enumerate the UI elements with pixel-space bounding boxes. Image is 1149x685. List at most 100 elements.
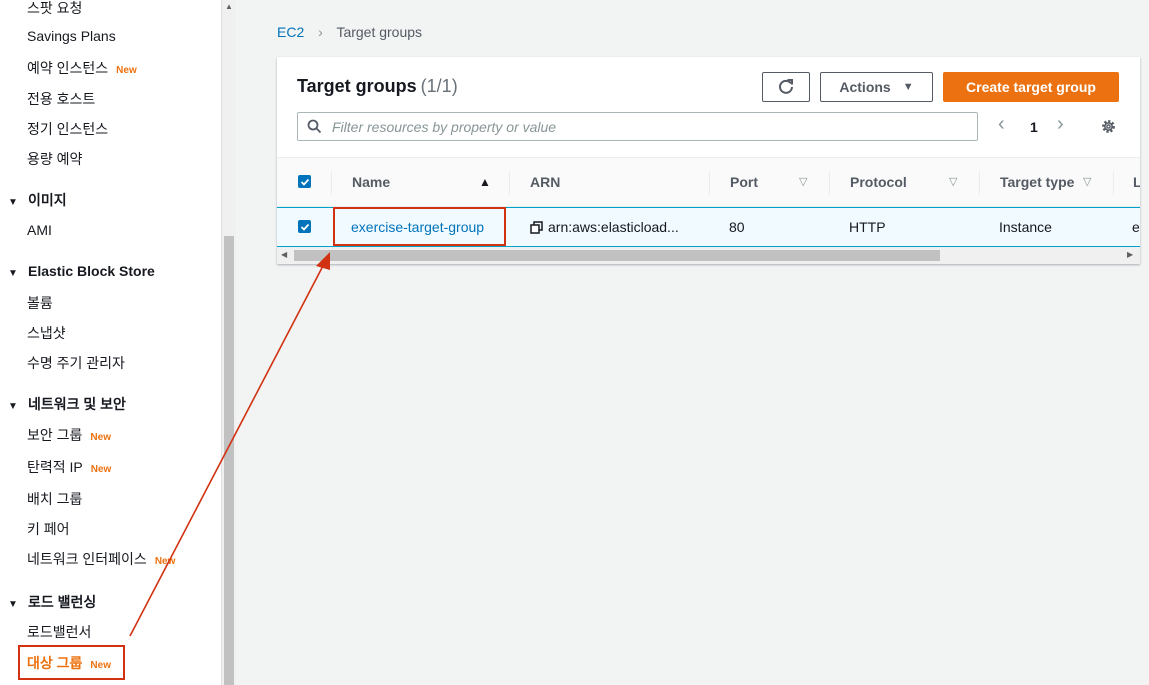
breadcrumb: EC2 › Target groups bbox=[277, 24, 422, 40]
sidebar-nav: 스팟 요청 Savings Plans 예약 인스턴스 New 전용 호스트 정기… bbox=[0, 0, 221, 685]
column-header-arn[interactable]: ARN bbox=[530, 174, 560, 190]
column-header-port[interactable]: Port bbox=[730, 174, 758, 190]
next-page-icon[interactable]: › bbox=[1057, 113, 1064, 136]
annotation-highlight-box bbox=[333, 207, 506, 246]
column-header-name[interactable]: Name bbox=[352, 174, 390, 190]
sidebar-item-label: 보안 그룹 bbox=[27, 427, 83, 443]
column-divider bbox=[709, 171, 710, 195]
chevron-right-icon: › bbox=[318, 24, 323, 40]
sidebar-item-label: 배치 그룹 bbox=[27, 491, 83, 507]
sidebar-scrollbar[interactable]: ▲ bbox=[221, 0, 236, 685]
create-label: Create target group bbox=[966, 79, 1096, 95]
sidebar-item-label: 스팟 요청 bbox=[27, 0, 83, 16]
column-header-protocol[interactable]: Protocol bbox=[850, 174, 907, 190]
prev-page-icon[interactable]: ‹ bbox=[998, 113, 1005, 136]
new-badge: New bbox=[154, 556, 176, 567]
sidebar-item-placement-groups[interactable]: 배치 그룹 bbox=[27, 489, 82, 509]
scroll-right-icon[interactable]: ▶ bbox=[1127, 250, 1133, 259]
sort-ascending-icon[interactable]: ▲ bbox=[479, 175, 491, 189]
scroll-left-icon[interactable]: ◀ bbox=[281, 250, 287, 259]
sidebar-item-network-interfaces[interactable]: 네트워크 인터페이스 New bbox=[27, 549, 175, 569]
sidebar-item-label: Savings Plans bbox=[27, 28, 116, 44]
sidebar-item-label: 로드밸런서 bbox=[27, 624, 92, 640]
arn-value: arn:aws:elasticload... bbox=[548, 219, 679, 235]
sidebar-section-ebs[interactable]: ▼ Elastic Block Store bbox=[8, 263, 155, 279]
select-all-checkbox[interactable] bbox=[298, 175, 311, 188]
sidebar-item-spot-requests[interactable]: 스팟 요청 bbox=[27, 0, 82, 18]
filter-box bbox=[297, 112, 978, 141]
table-header: Name ▲ ARN Port ▽ Protocol ▽ Target type… bbox=[277, 157, 1140, 207]
selection-count: (1/1) bbox=[420, 76, 458, 96]
column-divider bbox=[829, 171, 830, 195]
column-divider bbox=[331, 171, 332, 195]
sidebar-item-reserved-instances[interactable]: 예약 인스턴스 New bbox=[27, 58, 137, 78]
sidebar-item-label: 스냅샷 bbox=[27, 325, 66, 341]
scroll-up-icon[interactable]: ▲ bbox=[225, 2, 233, 11]
new-badge: New bbox=[90, 432, 111, 443]
sort-icon[interactable]: ▽ bbox=[1083, 175, 1091, 188]
port-value: 80 bbox=[729, 219, 745, 235]
refresh-button[interactable] bbox=[762, 72, 810, 102]
column-divider bbox=[1113, 171, 1114, 195]
caret-down-icon: ▼ bbox=[8, 401, 18, 412]
column-header-target-type[interactable]: Target type bbox=[1000, 174, 1074, 190]
check-icon bbox=[300, 223, 309, 231]
sidebar-section-load-balancing[interactable]: ▼ 로드 밸런싱 bbox=[8, 592, 96, 612]
sidebar-item-ami[interactable]: AMI bbox=[27, 222, 52, 238]
caret-down-icon: ▼ bbox=[8, 599, 18, 610]
section-title: 이미지 bbox=[28, 192, 67, 208]
sidebar-item-key-pairs[interactable]: 키 페어 bbox=[27, 519, 70, 539]
caret-down-icon: ▼ bbox=[8, 197, 18, 208]
sidebar-item-label: 예약 인스턴스 bbox=[27, 60, 109, 76]
sort-icon[interactable]: ▽ bbox=[949, 175, 957, 188]
column-divider bbox=[509, 171, 510, 195]
sidebar-item-label: 볼륨 bbox=[27, 295, 53, 311]
create-target-group-button[interactable]: Create target group bbox=[943, 72, 1119, 102]
sidebar-item-capacity-reservations[interactable]: 용량 예약 bbox=[27, 149, 82, 169]
sidebar-section-images[interactable]: ▼ 이미지 bbox=[8, 190, 67, 210]
section-title: 로드 밸런싱 bbox=[28, 594, 97, 610]
target-type-value: Instance bbox=[999, 219, 1052, 235]
sidebar-item-lifecycle-manager[interactable]: 수명 주기 관리자 bbox=[27, 353, 125, 373]
sidebar-item-label: 네트워크 인터페이스 bbox=[27, 551, 147, 567]
sidebar-item-scheduled-instances[interactable]: 정기 인스턴스 bbox=[27, 119, 108, 139]
caret-down-icon: ▼ bbox=[902, 81, 914, 93]
search-icon bbox=[307, 119, 322, 134]
sidebar-item-volumes[interactable]: 볼륨 bbox=[27, 293, 53, 313]
horizontal-scrollbar[interactable]: ◀ ▶ bbox=[277, 247, 1140, 264]
new-badge: New bbox=[116, 65, 137, 76]
breadcrumb-ec2-link[interactable]: EC2 bbox=[277, 24, 304, 40]
breadcrumb-current: Target groups bbox=[336, 24, 423, 40]
sidebar-section-network-security[interactable]: ▼ 네트워크 및 보안 bbox=[8, 394, 126, 414]
protocol-value: HTTP bbox=[849, 219, 886, 235]
caret-down-icon: ▼ bbox=[8, 268, 18, 279]
sidebar-item-savings-plans[interactable]: Savings Plans bbox=[27, 28, 116, 44]
truncated-value: e bbox=[1132, 219, 1140, 235]
sidebar-item-label: 전용 호스트 bbox=[27, 91, 96, 107]
page-number[interactable]: 1 bbox=[1030, 119, 1038, 135]
copy-icon[interactable] bbox=[530, 221, 543, 234]
new-badge: New bbox=[90, 464, 112, 475]
filter-input[interactable] bbox=[330, 116, 964, 138]
table-row[interactable]: exercise-target-group arn:aws:elasticloa… bbox=[277, 207, 1140, 247]
scrollbar-thumb[interactable] bbox=[294, 250, 940, 261]
check-icon bbox=[300, 178, 309, 186]
sidebar-item-label: 탄력적 IP bbox=[27, 459, 83, 475]
annotation-highlight-box bbox=[18, 645, 125, 680]
sidebar-item-load-balancers[interactable]: 로드밸런서 bbox=[27, 622, 91, 642]
sort-icon[interactable]: ▽ bbox=[799, 175, 807, 188]
sidebar-item-label: 수명 주기 관리자 bbox=[27, 355, 125, 371]
settings-gear-icon[interactable] bbox=[1100, 118, 1117, 135]
sidebar-item-label: 용량 예약 bbox=[27, 151, 83, 167]
sidebar-item-security-groups[interactable]: 보안 그룹 New bbox=[27, 425, 111, 445]
row-checkbox[interactable] bbox=[298, 220, 311, 233]
scrollbar-thumb[interactable] bbox=[224, 236, 234, 685]
target-groups-panel: Target groups (1/1) Actions ▼ Create targ… bbox=[277, 57, 1140, 264]
refresh-icon bbox=[779, 79, 793, 94]
actions-label: Actions bbox=[839, 79, 891, 95]
sidebar-item-elastic-ips[interactable]: 탄력적 IP New bbox=[27, 457, 111, 477]
column-header-truncated[interactable]: L bbox=[1133, 174, 1140, 190]
actions-dropdown[interactable]: Actions ▼ bbox=[820, 72, 933, 102]
sidebar-item-snapshots[interactable]: 스냅샷 bbox=[27, 323, 66, 343]
sidebar-item-dedicated-hosts[interactable]: 전용 호스트 bbox=[27, 89, 95, 109]
